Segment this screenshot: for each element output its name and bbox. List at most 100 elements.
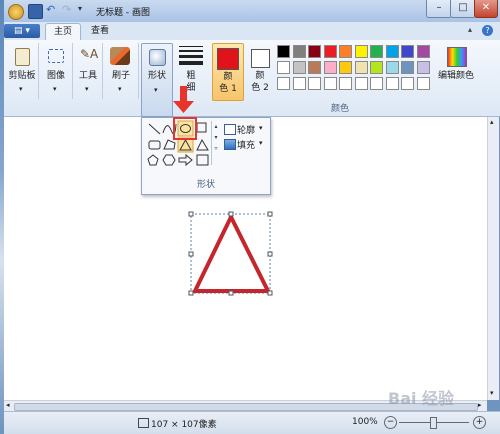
scroll-down-icon[interactable]: ▾	[490, 389, 494, 397]
resize-handle[interactable]	[267, 251, 273, 257]
customize-quick-access-icon[interactable]: ▾	[78, 4, 82, 13]
redo-icon[interactable]: ↷	[62, 3, 71, 16]
color-swatch[interactable]	[323, 45, 337, 58]
resize-handle[interactable]	[267, 211, 273, 217]
zoom-in-button[interactable]: +	[473, 416, 486, 429]
more-shape[interactable]	[196, 154, 209, 166]
menu-icon: ▤ ▾	[14, 26, 30, 36]
color-swatch[interactable]	[416, 77, 430, 90]
color1-button[interactable]: 颜 色 1	[212, 43, 244, 101]
line-shape[interactable]	[148, 123, 161, 135]
file-menu-button[interactable]: ▤ ▾	[4, 24, 40, 38]
color-swatch[interactable]	[401, 77, 414, 90]
color-swatch[interactable]	[370, 77, 383, 90]
collapse-ribbon-icon[interactable]: ▴	[468, 25, 472, 34]
hexagon-shape[interactable]	[162, 154, 176, 166]
color1-label-2: 色 1	[219, 84, 237, 94]
color-swatch[interactable]	[277, 77, 290, 90]
resize-handle[interactable]	[188, 251, 194, 257]
color-swatch[interactable]	[401, 61, 414, 74]
chevron-down-icon: ▾	[118, 85, 122, 93]
image-group[interactable]: 图像 ▾	[40, 43, 73, 99]
color-swatch[interactable]	[385, 45, 399, 58]
color-swatch[interactable]	[370, 45, 383, 58]
clipboard-group[interactable]: 剪贴板 ▾	[6, 43, 39, 99]
clipboard-icon	[15, 48, 30, 66]
color-swatch[interactable]	[370, 61, 383, 74]
minimize-button[interactable]: –	[426, 0, 452, 18]
color-swatch[interactable]	[385, 77, 399, 90]
color-swatch[interactable]	[308, 61, 321, 74]
zoom-slider[interactable]	[399, 417, 469, 429]
zoom-level: 100%	[352, 417, 378, 427]
scroll-up-icon[interactable]: ▴	[490, 118, 494, 126]
color-swatch[interactable]	[277, 45, 290, 58]
color-swatch[interactable]	[323, 61, 337, 74]
polygon-shape[interactable]	[163, 139, 176, 150]
fill-button[interactable]: 填充	[237, 138, 255, 151]
arrow-right-shape[interactable]	[178, 153, 193, 167]
chevron-down-icon: ▾	[85, 85, 89, 93]
color-swatch[interactable]	[339, 77, 352, 90]
resize-handle[interactable]	[228, 211, 234, 217]
color-swatch[interactable]	[416, 45, 430, 58]
color-swatch[interactable]	[323, 77, 337, 90]
outline-button[interactable]: 轮廓	[237, 123, 255, 136]
resize-handle[interactable]	[188, 290, 194, 296]
resize-handle[interactable]	[228, 290, 234, 296]
close-button[interactable]: ✕	[474, 0, 498, 18]
color-swatch[interactable]	[416, 61, 430, 74]
color-swatch[interactable]	[339, 45, 352, 58]
color-swatch[interactable]	[339, 61, 352, 74]
chevron-down-icon: ▾	[19, 85, 23, 93]
edit-colors-button[interactable]: 编辑颜色	[436, 43, 476, 99]
scroll-left-icon[interactable]: ◂	[6, 401, 10, 409]
gallery-scroll[interactable]: ▴ ▾ ▿	[211, 121, 220, 165]
vertical-scrollbar[interactable]: ▴ ▾	[487, 117, 499, 400]
chevron-down-icon: ▾	[259, 139, 263, 147]
color-swatch[interactable]	[354, 61, 368, 74]
tab-view[interactable]: 查看	[85, 23, 115, 40]
pentagon-shape[interactable]	[147, 154, 159, 166]
scroll-right-icon[interactable]: ▸	[478, 401, 482, 409]
color-swatch[interactable]	[308, 45, 321, 58]
right-triangle-shape[interactable]	[196, 138, 209, 151]
help-icon[interactable]: ?	[482, 25, 493, 36]
window-title: 无标题 - 画图	[96, 8, 150, 18]
color-swatch[interactable]	[292, 77, 306, 90]
color2-button[interactable]: 颜 色 2	[246, 43, 274, 99]
shapes-dropdown: ▴ ▾ ▿ 轮廓 ▾ 填充 ▾ 形状	[141, 117, 271, 195]
tab-home[interactable]: 主页	[45, 23, 81, 41]
color-swatch[interactable]	[401, 45, 414, 58]
color-swatch[interactable]	[277, 61, 290, 74]
colors-group-label: 颜色	[330, 104, 349, 114]
zoom-slider-thumb[interactable]	[430, 417, 437, 429]
title-bar: ↶ ↷ ▾ 无标题 - 画图 – □ ✕	[4, 0, 500, 23]
rounded-rectangle-shape[interactable]	[148, 140, 161, 150]
color1-swatch	[217, 48, 239, 70]
color-swatch[interactable]	[292, 61, 306, 74]
size-label-1: 粗	[186, 71, 196, 81]
save-icon[interactable]	[28, 4, 43, 19]
canvas-size-text: 107 × 107像素	[151, 420, 217, 430]
tools-group[interactable]: ✎A 工具 ▾	[74, 43, 103, 99]
image-label: 图像	[46, 71, 65, 81]
brushes-group[interactable]: 刷子 ▾	[104, 43, 139, 99]
zoom-out-button[interactable]: −	[384, 416, 397, 429]
line-size-icon	[179, 46, 203, 65]
watermark-text: Bai 经验	[388, 389, 455, 408]
rectangle-shape[interactable]	[196, 122, 207, 133]
color-swatch[interactable]	[354, 45, 368, 58]
color-swatch[interactable]	[292, 45, 306, 58]
resize-handle[interactable]	[188, 211, 194, 217]
resize-handle[interactable]	[267, 290, 273, 296]
color-swatch[interactable]	[308, 77, 321, 90]
clipboard-label: 剪贴板	[8, 71, 36, 81]
maximize-button[interactable]: □	[450, 0, 476, 18]
color-swatch[interactable]	[385, 61, 399, 74]
selection-box	[190, 213, 271, 294]
undo-icon[interactable]: ↶	[46, 3, 55, 16]
color-swatch[interactable]	[354, 77, 368, 90]
color2-swatch	[251, 49, 270, 68]
status-bar: 107 × 107像素 100% − +	[4, 411, 500, 434]
